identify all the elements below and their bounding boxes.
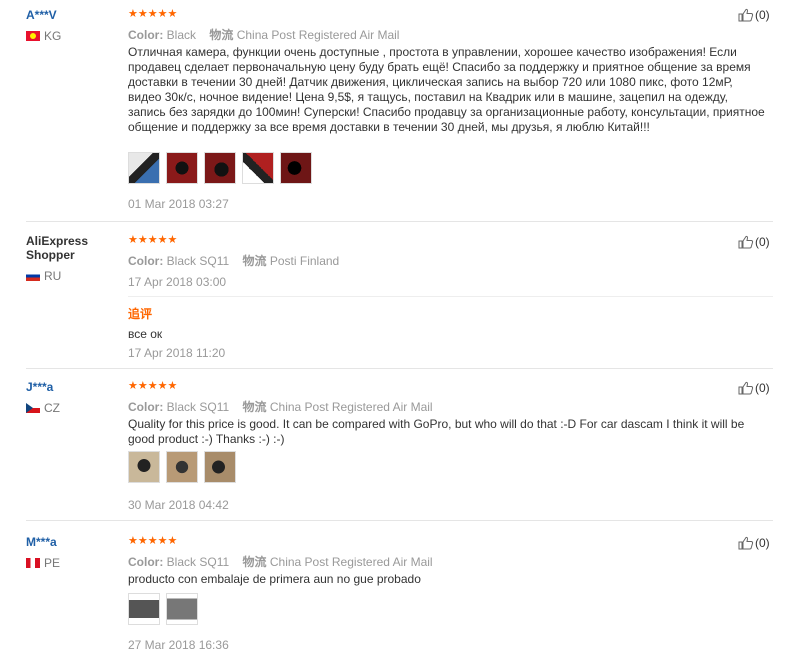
reviewer-country: RU	[26, 269, 61, 283]
helpful-count: (0)	[755, 8, 770, 22]
reviewer-info: A***V KG	[26, 8, 61, 43]
reviewer-name[interactable]: A***V	[26, 8, 57, 22]
review-photo-thumbnail[interactable]	[166, 451, 198, 483]
color-value: Black SQ11	[166, 555, 230, 569]
country-code: RU	[44, 269, 62, 283]
star-rating: ★★★★★	[128, 535, 178, 547]
helpful-button[interactable]: (0)	[738, 8, 770, 22]
helpful-button[interactable]: (0)	[738, 381, 770, 395]
review-photos	[128, 451, 242, 483]
flag-pe-icon	[26, 558, 40, 568]
review-photos	[128, 593, 204, 625]
color-label: Color:	[128, 254, 164, 268]
helpful-count: (0)	[755, 235, 770, 249]
review-photo-thumbnail[interactable]	[204, 451, 236, 483]
flag-kg-icon	[26, 31, 40, 41]
followup-date: 17 Apr 2018 11:20	[128, 346, 226, 360]
shipping-label: 物流	[242, 400, 267, 414]
followup-text: все ок	[128, 327, 163, 341]
helpful-count: (0)	[755, 381, 770, 395]
shipping-value: Posti Finland	[269, 254, 340, 268]
country-code: PE	[44, 556, 61, 570]
review-meta: Color: Black SQ11 物流 China Post Register…	[128, 553, 433, 570]
thumbs-up-icon	[738, 235, 754, 249]
shipping-label: 物流	[242, 555, 267, 569]
followup-divider	[128, 296, 773, 297]
color-value: Black SQ11	[166, 254, 230, 268]
star-rating: ★★★★★	[128, 8, 178, 20]
review-photo-thumbnail[interactable]	[128, 593, 160, 625]
review-photo-thumbnail[interactable]	[166, 593, 198, 625]
shipping-value: China Post Registered Air Mail	[269, 555, 433, 569]
review-photo-thumbnail[interactable]	[128, 451, 160, 483]
review-photo-thumbnail[interactable]	[204, 152, 236, 184]
helpful-count: (0)	[755, 536, 770, 550]
thumbs-up-icon	[738, 536, 754, 550]
helpful-button[interactable]: (0)	[738, 536, 770, 550]
reviewer-name[interactable]: J***a	[26, 380, 53, 394]
review-date: 27 Mar 2018 16:36	[128, 638, 229, 652]
reviewer-info: AliExpress Shopper RU	[26, 234, 121, 283]
review-text: Отличная камера, функции очень доступные…	[128, 45, 765, 134]
review-text: Quality for this price is good. It can b…	[128, 417, 745, 446]
shipping-label: 物流	[242, 254, 267, 268]
shipping-label: 物流	[209, 28, 234, 42]
reviewer-country: KG	[26, 29, 61, 43]
review-photo-thumbnail[interactable]	[166, 152, 198, 184]
review-date: 17 Apr 2018 03:00	[128, 275, 227, 289]
reviewer-name[interactable]: M***a	[26, 535, 57, 549]
review-photo-thumbnail[interactable]	[128, 152, 160, 184]
color-label: Color:	[128, 28, 164, 42]
review-meta: Color: Black SQ11 物流 Posti Finland	[128, 252, 339, 269]
color-value: Black SQ11	[166, 400, 230, 414]
review-meta: Color: Black 物流 China Post Registered Ai…	[128, 26, 399, 43]
shipping-value: China Post Registered Air Mail	[269, 400, 433, 414]
review-date: 01 Mar 2018 03:27	[128, 197, 229, 211]
followup-label: 追评	[128, 307, 153, 321]
color-label: Color:	[128, 555, 164, 569]
flag-ru-icon	[26, 271, 40, 281]
review-text: producto con embalaje de primera aun no …	[128, 572, 421, 586]
thumbs-up-icon	[738, 381, 754, 395]
thumbs-up-icon	[738, 8, 754, 22]
color-value: Black	[166, 28, 197, 42]
flag-cz-icon	[26, 403, 40, 413]
reviewer-name: AliExpress Shopper	[26, 234, 89, 262]
review-divider	[26, 221, 773, 222]
reviewer-country: PE	[26, 556, 60, 570]
color-label: Color:	[128, 400, 164, 414]
helpful-button[interactable]: (0)	[738, 235, 770, 249]
review-divider	[26, 368, 773, 369]
review-photo-thumbnail[interactable]	[280, 152, 312, 184]
star-rating: ★★★★★	[128, 380, 178, 392]
country-code: CZ	[44, 401, 60, 415]
reviewer-info: J***a CZ	[26, 380, 60, 415]
country-code: KG	[44, 29, 62, 43]
review-photos	[128, 152, 318, 184]
review-date: 30 Mar 2018 04:42	[128, 498, 229, 512]
shipping-value: China Post Registered Air Mail	[236, 28, 400, 42]
review-photo-thumbnail[interactable]	[242, 152, 274, 184]
star-rating: ★★★★★	[128, 234, 178, 246]
reviewer-info: M***a PE	[26, 535, 60, 570]
reviewer-country: CZ	[26, 401, 60, 415]
review-meta: Color: Black SQ11 物流 China Post Register…	[128, 398, 433, 415]
review-divider	[26, 520, 773, 521]
